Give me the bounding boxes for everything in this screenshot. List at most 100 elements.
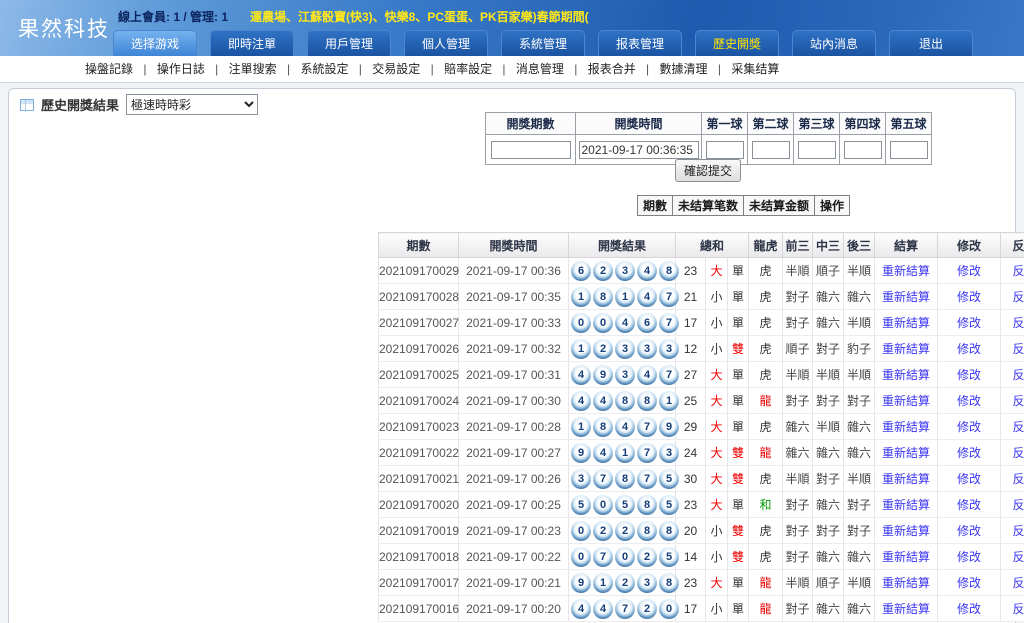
reverse-settle-link[interactable]: 反结算: [1013, 368, 1024, 382]
resettle-link[interactable]: 重新結算: [882, 550, 930, 564]
submenu-link-3[interactable]: 注單搜索: [229, 62, 277, 76]
modify-link[interactable]: 修改: [957, 576, 981, 590]
reverse-settle-link[interactable]: 反结算: [1013, 264, 1024, 278]
resettle-link[interactable]: 重新結算: [882, 446, 930, 460]
cell-big-small: 大: [706, 414, 728, 440]
cell-issue: 202109170022: [379, 440, 459, 466]
submenu-separator: |: [571, 62, 581, 76]
modify-link[interactable]: 修改: [957, 550, 981, 564]
cell-mid3: 順子: [813, 570, 844, 596]
nav-tab-4[interactable]: 個人管理: [404, 30, 488, 56]
unsettled-cell-2: 未结算笔数: [673, 196, 744, 216]
modify-cell: 修改: [938, 284, 1001, 310]
submenu-link-6[interactable]: 賠率設定: [444, 62, 492, 76]
resettle-link[interactable]: 重新結算: [882, 472, 930, 486]
submenu-link-7[interactable]: 消息管理: [516, 62, 564, 76]
modify-link[interactable]: 修改: [957, 342, 981, 356]
modify-link[interactable]: 修改: [957, 498, 981, 512]
modify-link[interactable]: 修改: [957, 316, 981, 330]
ball-input-1[interactable]: [706, 141, 744, 159]
reverse-settle-link[interactable]: 反结算: [1013, 290, 1024, 304]
submenu-link-2[interactable]: 操作日誌: [157, 62, 205, 76]
submenu-link-9[interactable]: 數據清理: [660, 62, 708, 76]
lottery-ball: 3: [637, 339, 657, 359]
reverse-settle-link[interactable]: 反结算: [1013, 342, 1024, 356]
lottery-ball: 9: [571, 443, 591, 463]
reverse-settle-link[interactable]: 反结算: [1013, 446, 1024, 460]
resettle-link[interactable]: 重新結算: [882, 420, 930, 434]
cell-odd-even: 單: [728, 284, 749, 310]
nav-tab-6[interactable]: 报表管理: [598, 30, 682, 56]
modify-link[interactable]: 修改: [957, 394, 981, 408]
table-row: 2021091700252021-09-17 00:314934727大單虎半順…: [379, 362, 1024, 388]
resettle-link[interactable]: 重新結算: [882, 524, 930, 538]
cell-big-small: 小: [706, 518, 728, 544]
reverse-settle-link[interactable]: 反结算: [1013, 316, 1024, 330]
ball-input-5[interactable]: [890, 141, 928, 159]
ball-input-2[interactable]: [752, 141, 790, 159]
nav-tab-1[interactable]: 选择游戏: [113, 30, 197, 56]
cell-mid3: 對子: [813, 518, 844, 544]
submenu-link-5[interactable]: 交易設定: [372, 62, 420, 76]
reverse-settle-link[interactable]: 反结算: [1013, 394, 1024, 408]
resettle-link[interactable]: 重新結算: [882, 394, 930, 408]
game-select[interactable]: 極速時時彩: [126, 94, 258, 115]
submenu-link-10[interactable]: 采集结算: [731, 62, 779, 76]
ball-input-4[interactable]: [844, 141, 882, 159]
lottery-ball: 2: [637, 599, 657, 619]
nav-tab-7[interactable]: 歷史開獎: [695, 30, 779, 56]
nav-tab-9[interactable]: 退出: [889, 30, 973, 56]
modify-link[interactable]: 修改: [957, 368, 981, 382]
confirm-submit-button[interactable]: 確認提交: [675, 159, 741, 182]
cell-sum: 12: [676, 336, 706, 362]
lottery-ball: 5: [659, 547, 679, 567]
cell-sum: 23: [676, 258, 706, 284]
submenu-link-8[interactable]: 报表合并: [588, 62, 636, 76]
resettle-link[interactable]: 重新結算: [882, 342, 930, 356]
nav-tab-3[interactable]: 用戶管理: [307, 30, 391, 56]
cell-back3: 雜六: [844, 440, 875, 466]
reverse-settle-link[interactable]: 反结算: [1013, 472, 1024, 486]
nav-tab-8[interactable]: 站內消息: [792, 30, 876, 56]
resettle-link[interactable]: 重新結算: [882, 316, 930, 330]
cell-draw-time: 2021-09-17 00:26: [459, 466, 569, 492]
modify-link[interactable]: 修改: [957, 264, 981, 278]
modify-link[interactable]: 修改: [957, 446, 981, 460]
resettle-link[interactable]: 重新結算: [882, 576, 930, 590]
reverse-settle-cell: 反结算: [1001, 492, 1024, 518]
reverse-settle-link[interactable]: 反结算: [1013, 498, 1024, 512]
draw-time-input[interactable]: [579, 141, 699, 159]
modify-link[interactable]: 修改: [957, 602, 981, 616]
resettle-link[interactable]: 重新結算: [882, 498, 930, 512]
lottery-ball: 0: [571, 313, 591, 333]
reverse-settle-link[interactable]: 反结算: [1013, 550, 1024, 564]
reverse-settle-link[interactable]: 反结算: [1013, 576, 1024, 590]
issue-input[interactable]: [491, 141, 571, 159]
modify-link[interactable]: 修改: [957, 290, 981, 304]
lottery-ball: 3: [659, 339, 679, 359]
nav-tab-2[interactable]: 即時注單: [210, 30, 294, 56]
reverse-settle-link[interactable]: 反结算: [1013, 524, 1024, 538]
resettle-link[interactable]: 重新結算: [882, 264, 930, 278]
reverse-settle-link[interactable]: 反结算: [1013, 420, 1024, 434]
cell-big-small: 小: [706, 336, 728, 362]
cell-front3: 對子: [783, 492, 813, 518]
submenu-link-4[interactable]: 系統設定: [300, 62, 348, 76]
ball-input-3[interactable]: [798, 141, 836, 159]
lottery-ball: 3: [659, 443, 679, 463]
lottery-ball: 8: [659, 521, 679, 541]
cell-big-small: 大: [706, 492, 728, 518]
resettle-link[interactable]: 重新結算: [882, 368, 930, 382]
resettle-link[interactable]: 重新結算: [882, 602, 930, 616]
cell-back3: 半順: [844, 310, 875, 336]
modify-cell: 修改: [938, 310, 1001, 336]
modify-link[interactable]: 修改: [957, 472, 981, 486]
cell-draw-time: 2021-09-17 00:36: [459, 258, 569, 284]
resettle-link[interactable]: 重新結算: [882, 290, 930, 304]
draw-entry-form: 開獎期數開獎時間第一球第二球第三球第四球第五球: [485, 112, 932, 165]
nav-tab-5[interactable]: 系統管理: [501, 30, 585, 56]
modify-link[interactable]: 修改: [957, 524, 981, 538]
submenu-link-1[interactable]: 操盤記錄: [85, 62, 133, 76]
reverse-settle-link[interactable]: 反结算: [1013, 602, 1024, 616]
modify-link[interactable]: 修改: [957, 420, 981, 434]
